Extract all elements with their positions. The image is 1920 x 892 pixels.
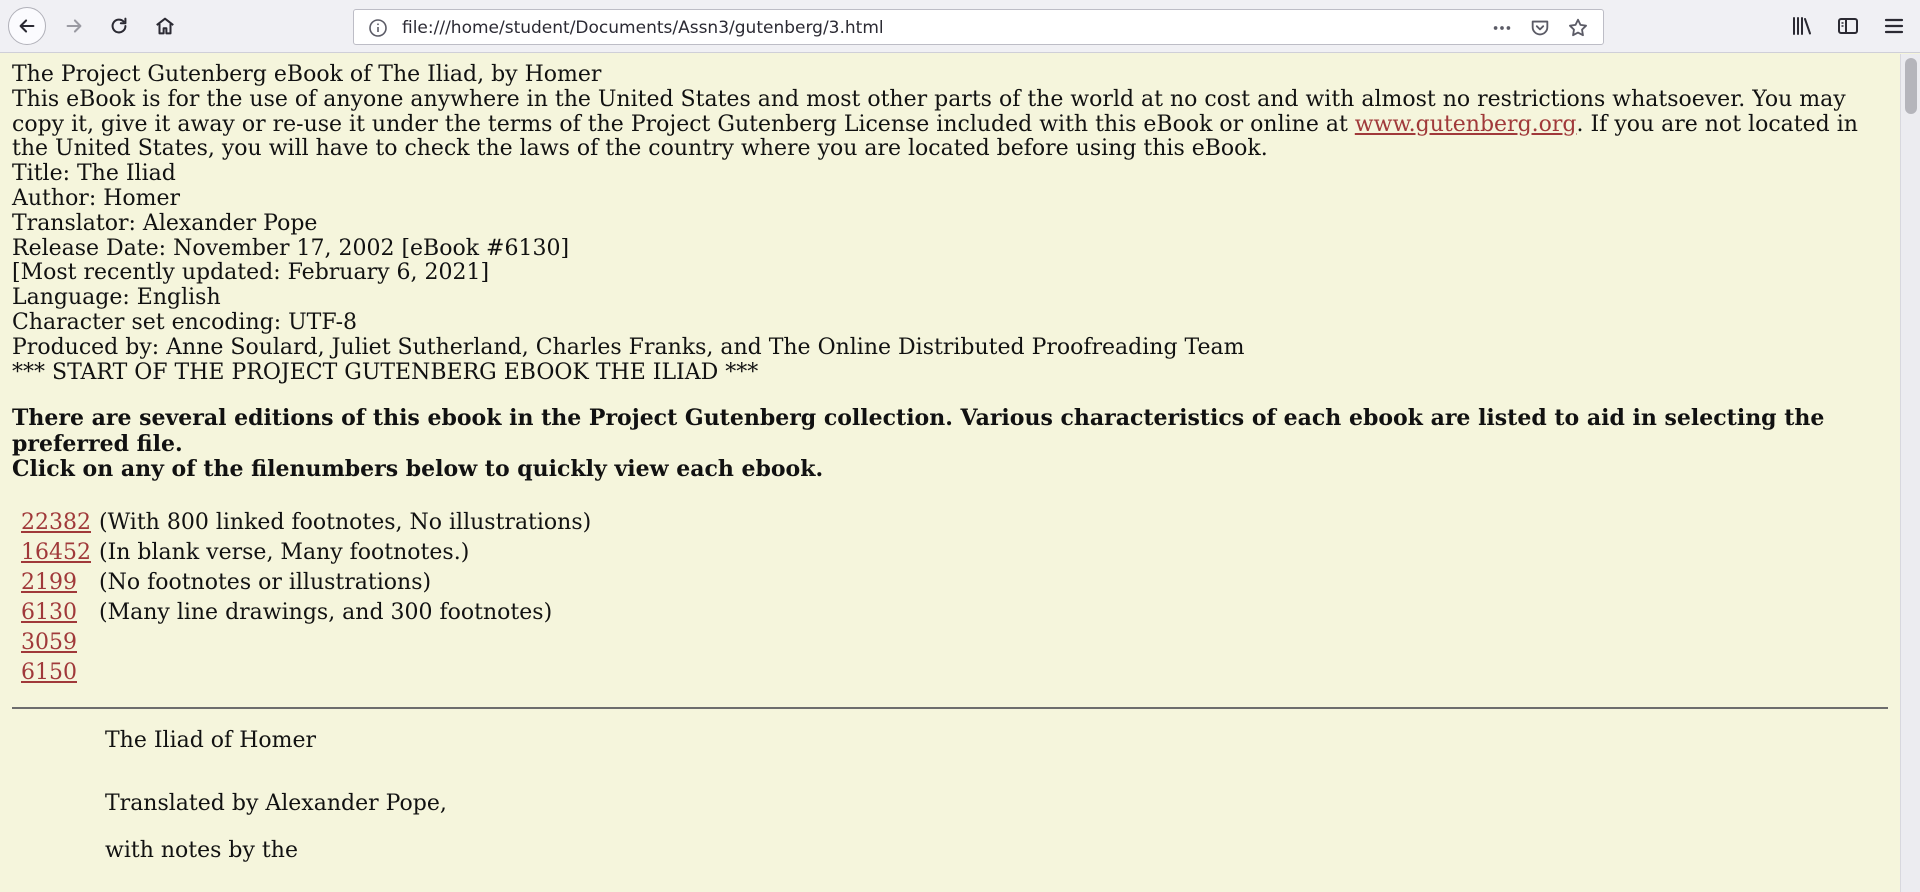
- edition-note: (No footnotes or illustrations): [99, 570, 432, 596]
- arrow-left-icon: [19, 19, 35, 33]
- meta-author: Author: Homer: [12, 185, 181, 211]
- library-icon[interactable]: [1786, 11, 1818, 41]
- forward-button[interactable]: [55, 7, 93, 45]
- pocket-icon[interactable]: [1525, 16, 1555, 40]
- edition-link-6130[interactable]: 6130: [21, 600, 77, 626]
- meta-release-date: Release Date: November 17, 2002 [eBook #…: [12, 235, 570, 261]
- edition-link-2199[interactable]: 2199: [21, 570, 77, 596]
- license-paragraph: This eBook is for the use of anyone anyw…: [12, 87, 1888, 162]
- reload-icon: [111, 17, 127, 34]
- bookmark-star-icon[interactable]: [1563, 16, 1593, 40]
- meta-title: Title: The Iliad: [12, 161, 176, 187]
- page-content: The Project Gutenberg eBook of The Iliad…: [0, 54, 1900, 864]
- edition-note: [99, 629, 598, 659]
- edition-note: (In blank verse, Many footnotes.): [99, 540, 470, 566]
- more-actions-icon[interactable]: [1487, 16, 1517, 40]
- edition-note: (Many line drawings, and 300 footnotes): [99, 600, 553, 626]
- address-bar[interactable]: file:///home/student/Documents/Assn3/gut…: [353, 9, 1604, 45]
- home-button[interactable]: [146, 7, 184, 45]
- gutenberg-link[interactable]: www.gutenberg.org: [1355, 112, 1577, 137]
- editions-table: 22382 (With 800 linked footnotes, No ill…: [21, 509, 598, 689]
- scrollbar-thumb[interactable]: [1905, 58, 1917, 114]
- table-row: 22382 (With 800 linked footnotes, No ill…: [21, 509, 598, 539]
- editions-intro-line2: Click on any of the filenumbers below to…: [12, 456, 824, 483]
- table-row: 6150: [21, 659, 598, 689]
- meta-language: Language: English: [12, 285, 221, 311]
- meta-encoding: Character set encoding: UTF-8: [12, 309, 358, 335]
- edition-link-16452[interactable]: 16452: [21, 540, 91, 566]
- table-row: 16452 (In blank verse, Many footnotes.): [21, 539, 598, 569]
- arrow-right-icon: [66, 19, 82, 33]
- horizontal-rule: [12, 706, 1888, 709]
- start-marker: *** START OF THE PROJECT GUTENBERG EBOOK…: [12, 359, 759, 385]
- table-row: 2199 (No footnotes or illustrations): [21, 569, 598, 599]
- meta-translator: Translator: Alexander Pope: [12, 210, 318, 236]
- table-row: 6130 (Many line drawings, and 300 footno…: [21, 599, 598, 629]
- ebook-header: The Project Gutenberg eBook of The Iliad…: [12, 62, 602, 87]
- back-button[interactable]: [8, 7, 46, 45]
- notes-by: with notes by the: [105, 838, 298, 864]
- edition-link-6150[interactable]: 6150: [21, 660, 77, 686]
- edition-link-3059[interactable]: 3059: [21, 630, 77, 656]
- browser-toolbar: file:///home/student/Documents/Assn3/gut…: [0, 0, 1920, 53]
- editions-intro: There are several editions of this ebook…: [12, 406, 1888, 483]
- editions-intro-line1: There are several editions of this ebook…: [12, 405, 1825, 457]
- meta-produced-by: Produced by: Anne Soulard, Juliet Suther…: [12, 334, 1245, 360]
- book-heading: The Iliad of Homer: [105, 727, 317, 753]
- url-text[interactable]: file:///home/student/Documents/Assn3/gut…: [402, 18, 884, 38]
- home-icon: [156, 17, 174, 35]
- edition-note: [99, 659, 598, 689]
- table-row: 3059: [21, 629, 598, 659]
- vertical-scrollbar[interactable]: [1900, 54, 1920, 892]
- translated-by: Translated by Alexander Pope,: [105, 790, 447, 816]
- reload-button[interactable]: [100, 7, 138, 45]
- sidebar-toggle-icon[interactable]: [1832, 11, 1864, 41]
- page-viewport: The Project Gutenberg eBook of The Iliad…: [0, 54, 1900, 892]
- edition-note: (With 800 linked footnotes, No illustrat…: [99, 510, 592, 536]
- info-icon[interactable]: [368, 18, 388, 38]
- hamburger-menu-icon[interactable]: [1878, 11, 1910, 41]
- meta-updated: [Most recently updated: February 6, 2021…: [12, 260, 490, 286]
- edition-link-22382[interactable]: 22382: [21, 510, 91, 536]
